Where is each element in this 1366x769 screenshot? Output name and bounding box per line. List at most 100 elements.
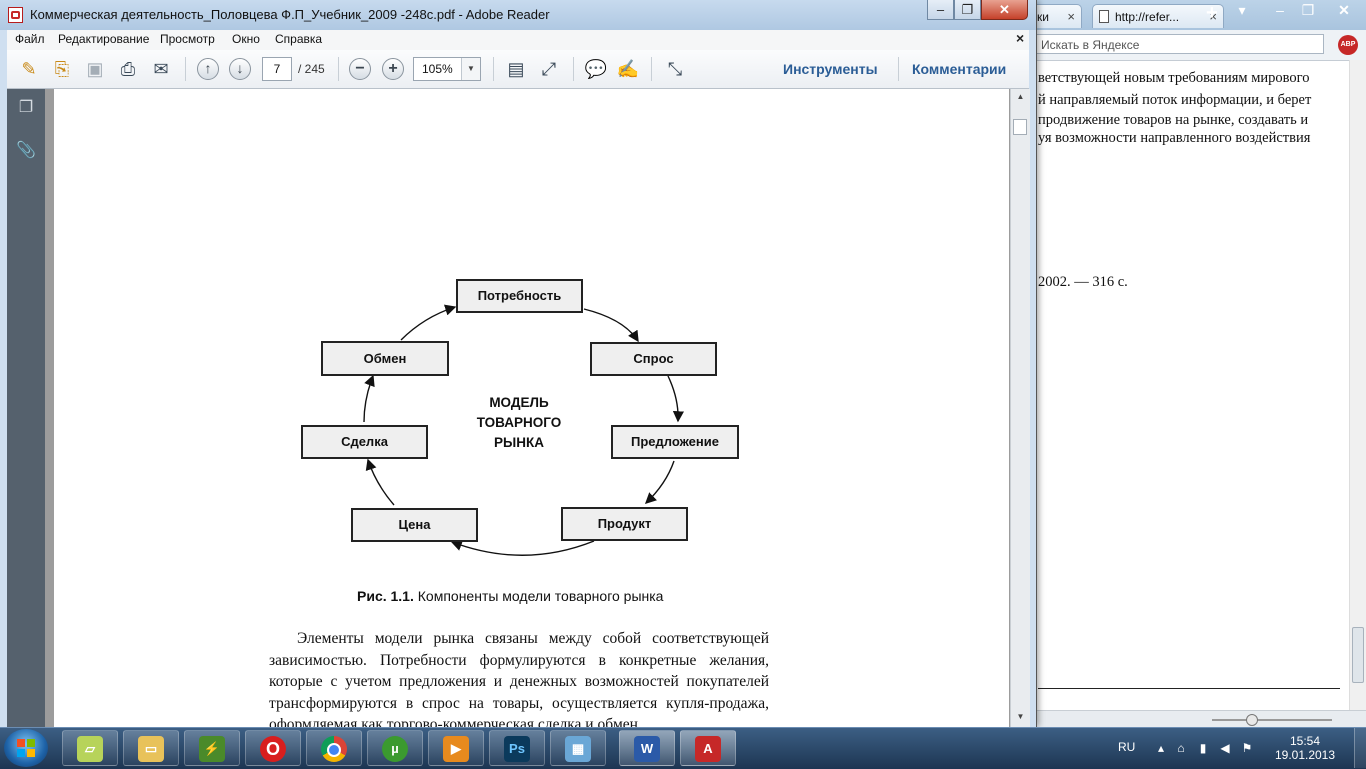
create-pdf-icon[interactable]: ✎ bbox=[16, 56, 42, 82]
adobe-reader-icon: A bbox=[695, 736, 721, 762]
page-total: / 245 bbox=[298, 62, 325, 76]
show-hidden-icons-icon[interactable]: ▴ bbox=[1154, 741, 1168, 755]
pdf-page: Потребность Спрос Предложение Продукт Це… bbox=[54, 89, 1009, 727]
print-icon[interactable]: ⎙ bbox=[115, 56, 141, 82]
file-manager-icon: ▱ bbox=[77, 736, 103, 762]
zoom-slider-track[interactable] bbox=[1212, 719, 1332, 721]
taskbar-app-file-manager[interactable]: ▱ bbox=[62, 730, 118, 766]
next-page-button[interactable]: ↓ bbox=[229, 58, 251, 80]
zoom-out-button[interactable]: − bbox=[349, 58, 371, 80]
browser-toolbar: Искать в Яндексе ABP bbox=[1030, 30, 1366, 61]
open-file-icon[interactable]: ⎘ bbox=[49, 56, 75, 82]
taskbar-app-chrome[interactable] bbox=[306, 730, 362, 766]
zoom-value: 105% bbox=[422, 62, 453, 76]
language-indicator[interactable]: RU bbox=[1118, 740, 1135, 754]
email-icon[interactable]: ✉ bbox=[148, 56, 174, 82]
attachments-icon[interactable]: 📎 bbox=[16, 141, 36, 161]
taskbar-app-media-player[interactable]: ▶ bbox=[428, 730, 484, 766]
windows-logo-icon bbox=[17, 739, 35, 757]
web-text-line: уя возможности направленного воздействия bbox=[1038, 130, 1311, 146]
minimize-button[interactable]: – bbox=[927, 0, 954, 20]
new-tab-button[interactable]: + bbox=[1206, 2, 1218, 25]
browser-statusbar bbox=[1030, 710, 1366, 728]
fit-page-icon[interactable]: ▤ bbox=[503, 56, 529, 82]
arrow bbox=[450, 540, 595, 556]
comment-icon[interactable]: 💬 bbox=[583, 56, 609, 82]
comments-link[interactable]: Комментарии bbox=[912, 61, 1006, 77]
taskbar-app-adobe-reader[interactable]: A bbox=[680, 730, 736, 766]
document-area: Потребность Спрос Предложение Продукт Це… bbox=[45, 89, 1010, 727]
menu-edit[interactable]: Редактирование bbox=[58, 32, 149, 46]
taskbar-app-winamp[interactable]: ⚡ bbox=[184, 730, 240, 766]
browser-tab-active[interactable]: http://refer... × bbox=[1092, 4, 1224, 28]
taskbar-app-image-viewer[interactable]: ▦ bbox=[550, 730, 606, 766]
reader-titlebar: Коммерческая деятельность_Половцева Ф.П_… bbox=[0, 0, 1036, 30]
page-number-input[interactable]: 7 bbox=[262, 57, 292, 81]
separator bbox=[338, 57, 339, 81]
taskbar-app-utorrent[interactable]: µ bbox=[367, 730, 423, 766]
separator bbox=[573, 57, 574, 81]
browser-tab-label: http://refer... bbox=[1115, 10, 1180, 24]
scrollbar-thumb[interactable] bbox=[1013, 119, 1027, 135]
taskbar-app-word[interactable]: W bbox=[619, 730, 675, 766]
node-supply: Предложение bbox=[611, 425, 739, 459]
node-price: Цена bbox=[351, 508, 478, 542]
menu-view[interactable]: Просмотр bbox=[160, 32, 215, 46]
menu-window[interactable]: Окно bbox=[232, 32, 260, 46]
arrow bbox=[365, 458, 395, 506]
highlight-icon[interactable]: ✍ bbox=[615, 56, 641, 82]
arrow bbox=[644, 460, 675, 504]
browser-scrollbar-thumb[interactable] bbox=[1352, 627, 1364, 683]
web-text-line: ветствующей новым требованиям мирового bbox=[1038, 70, 1310, 86]
separator bbox=[493, 57, 494, 81]
yandex-search-input[interactable]: Искать в Яндексе bbox=[1034, 34, 1324, 54]
navigation-panel: ❐ 📎 bbox=[7, 89, 45, 727]
menu-file[interactable]: Файл bbox=[15, 32, 45, 46]
taskbar-app-photoshop[interactable]: Ps bbox=[489, 730, 545, 766]
browser-window: ки × http://refer... × + ▾ – ❐ ✕ Искать … bbox=[1030, 0, 1366, 728]
divider bbox=[1038, 688, 1340, 689]
folder-icon: ▭ bbox=[138, 736, 164, 762]
clock-date: 19.01.2013 bbox=[1274, 748, 1336, 762]
taskbar: ▱ ▭ ⚡ O µ ▶ Ps ▦ W A RU ▴ ⌂ ▮ ◀ ⚑ 15:54 … bbox=[0, 727, 1366, 769]
save-icon[interactable]: ▣ bbox=[82, 56, 108, 82]
close-tab-icon[interactable]: × bbox=[1067, 5, 1075, 28]
chevron-down-icon[interactable]: ▼ bbox=[461, 58, 480, 80]
zoom-in-button[interactable]: + bbox=[382, 58, 404, 80]
action-center-icon[interactable]: ⚑ bbox=[1240, 741, 1254, 755]
zoom-select[interactable]: 105% ▼ bbox=[413, 57, 481, 81]
vertical-scrollbar[interactable]: ▲ ▼ bbox=[1010, 89, 1030, 727]
menu-help[interactable]: Справка bbox=[275, 32, 322, 46]
image-viewer-icon: ▦ bbox=[565, 736, 591, 762]
node-deal: Сделка bbox=[301, 425, 428, 459]
tools-link[interactable]: Инструменты bbox=[783, 61, 878, 77]
start-button[interactable] bbox=[4, 729, 48, 767]
taskbar-app-explorer[interactable]: ▭ bbox=[123, 730, 179, 766]
network-icon[interactable]: ▮ bbox=[1196, 741, 1210, 755]
browser-tab[interactable]: ки × bbox=[1030, 4, 1082, 28]
clock[interactable]: 15:54 19.01.2013 bbox=[1272, 734, 1338, 762]
zoom-slider-knob[interactable] bbox=[1246, 714, 1258, 726]
maximize-button[interactable]: ❐ bbox=[1294, 0, 1322, 20]
browser-scrollbar[interactable] bbox=[1349, 60, 1366, 710]
taskbar-app-opera[interactable]: O bbox=[245, 730, 301, 766]
tab-list-button[interactable]: ▾ bbox=[1230, 0, 1254, 20]
maximize-button[interactable]: ❐ bbox=[954, 0, 981, 20]
scroll-up-arrow-icon[interactable]: ▲ bbox=[1011, 89, 1030, 105]
volume-icon[interactable]: ◀ bbox=[1218, 741, 1232, 755]
fit-width-icon[interactable]: ⤢ bbox=[536, 56, 562, 82]
adblock-icon[interactable]: ABP bbox=[1338, 35, 1358, 55]
close-button[interactable]: ✕ bbox=[981, 0, 1028, 20]
close-document-icon[interactable]: × bbox=[1016, 30, 1024, 46]
scroll-down-arrow-icon[interactable]: ▼ bbox=[1011, 709, 1030, 725]
tray-app-icon[interactable]: ⌂ bbox=[1174, 741, 1188, 755]
full-screen-icon[interactable]: ⤡ bbox=[662, 56, 688, 82]
reader-window: Коммерческая деятельность_Половцева Ф.П_… bbox=[0, 0, 1037, 727]
show-desktop-button[interactable] bbox=[1354, 728, 1366, 768]
window-title: Коммерческая деятельность_Половцева Ф.П_… bbox=[30, 7, 550, 22]
pages-icon[interactable]: ❐ bbox=[16, 98, 36, 118]
minimize-button[interactable]: – bbox=[1266, 0, 1294, 20]
previous-page-button[interactable]: ↑ bbox=[197, 58, 219, 80]
menu-bar: Файл Редактирование Просмотр Окно Справк… bbox=[7, 30, 1029, 51]
close-button[interactable]: ✕ bbox=[1326, 0, 1362, 20]
